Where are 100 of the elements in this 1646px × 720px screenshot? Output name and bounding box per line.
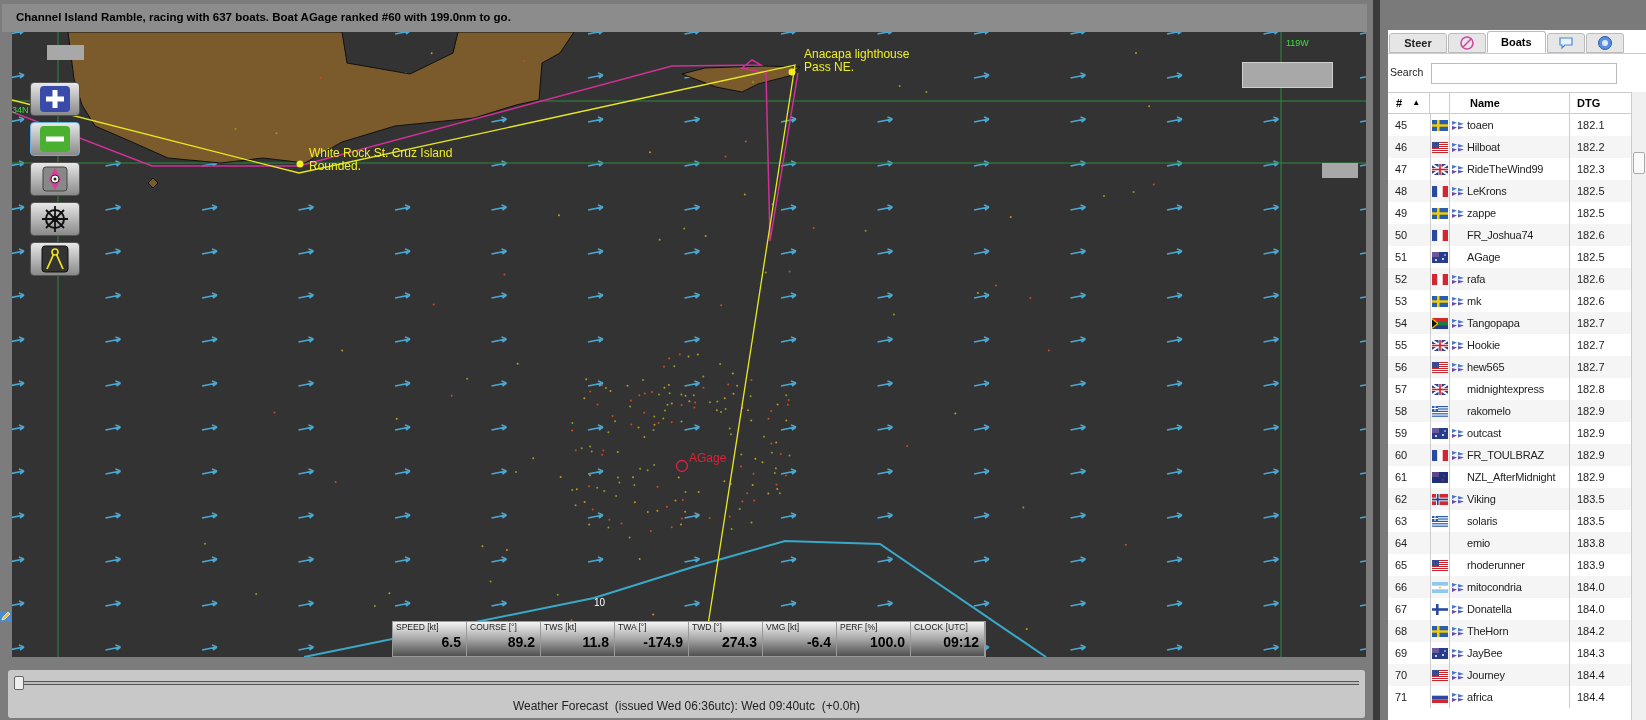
waypoint-label: Anacapa lighthouse Pass NE. (804, 48, 910, 74)
instrument-label: TWS [kt] (544, 622, 578, 633)
grid-label: 119W (1286, 37, 1309, 50)
boat-row[interactable]: 56 hew565 182.7 (1388, 356, 1631, 378)
rank-cell-text: 51 (1394, 249, 1409, 265)
dtg-cell-text: 182.9 (1576, 469, 1606, 485)
dtg-cell-text: 184.0 (1576, 601, 1606, 617)
dtg-cell-text: 182.7 (1576, 359, 1606, 375)
boat-row[interactable]: 54 Tangopapa 182.7 (1388, 312, 1631, 334)
dtg-cell-text: 182.7 (1576, 315, 1606, 331)
dtg-cell-text: 182.8 (1576, 381, 1606, 397)
rank-cell-text: 52 (1394, 271, 1409, 287)
column-header[interactable]: DTG (1570, 93, 1631, 113)
dtg-cell-text: 182.2 (1576, 139, 1606, 155)
rank-cell-text: 47 (1394, 161, 1409, 177)
rank-cell-text: 50 (1394, 227, 1409, 243)
boat-name-cell-text: Viking (1467, 491, 1496, 507)
boat-name-cell-text: TheHorn (1467, 623, 1509, 639)
boat-row[interactable]: 66 mitocondria 184.0 (1388, 576, 1631, 598)
instrument-label: VMG [kt] (766, 622, 801, 633)
dtg-cell-text: 182.6 (1576, 271, 1606, 287)
boat-name-cell-text: emio (1467, 535, 1491, 551)
boat-row[interactable]: 52 rafa 182.6 (1388, 268, 1631, 290)
boat-name-cell-text: LeKrons (1467, 183, 1507, 199)
boat-name-cell-text: Journey (1467, 667, 1505, 683)
boat-name-cell-text: mk (1467, 293, 1482, 309)
boat-name-cell-text: midnightexpress (1467, 381, 1545, 397)
rank-cell-text: 49 (1394, 205, 1409, 221)
boat-name-cell-text: mitocondria (1467, 579, 1522, 595)
rank-cell-text: 66 (1394, 579, 1409, 595)
forecast-text: Weather Forecast (issued Wed 06:36utc): Wed 09:40utc (+0.0h) (511, 698, 862, 715)
boat-row[interactable]: 46 Hilboat 182.2 (1388, 136, 1631, 158)
instrument-value: 09:12 (943, 633, 980, 651)
dtg-cell-text: 184.2 (1576, 623, 1606, 639)
grid-label: 34N (12, 104, 29, 117)
instrument-value: -6.4 (806, 633, 832, 651)
rank-cell-text: 67 (1394, 601, 1409, 617)
column-header[interactable]: Name (1450, 93, 1570, 113)
dtg-cell-text: 183.5 (1576, 513, 1606, 529)
rank-cell-text: 57 (1394, 381, 1409, 397)
column-header[interactable]: # ▲ (1388, 93, 1430, 113)
instrument-label: SPEED [kt] (396, 622, 440, 633)
boat-name-cell-text: toaen (1467, 117, 1494, 133)
boat-row[interactable]: 58 rakomelo 182.9 (1388, 400, 1631, 422)
dtg-cell-text: 184.0 (1576, 579, 1606, 595)
boat-name-cell-text: FR_TOULBRAZ (1467, 447, 1545, 463)
rank-cell-text: 53 (1394, 293, 1409, 309)
boat-name-cell-text: NZL_AfterMidnight (1467, 469, 1556, 485)
isoline-label: 10 (594, 596, 606, 610)
boat-row[interactable]: 68 TheHorn 184.2 (1388, 620, 1631, 642)
dtg-cell-text: 182.7 (1576, 337, 1606, 353)
dtg-cell-text: 183.5 (1576, 491, 1606, 507)
boat-row[interactable]: 64 emio 183.8 (1388, 532, 1631, 554)
boat-name-cell-text: RideTheWind99 (1467, 161, 1544, 177)
rank-cell-text: 45 (1394, 117, 1409, 133)
rank-cell-text: 63 (1394, 513, 1409, 529)
dtg-cell-text: 182.6 (1576, 293, 1606, 309)
boat-row[interactable]: 48 LeKrons 182.5 (1388, 180, 1631, 202)
boat-label: AGage (689, 450, 727, 467)
boat-name-cell-text: hew565 (1467, 359, 1505, 375)
dtg-cell-text: 182.3 (1576, 161, 1606, 177)
dtg-cell-text: 184.3 (1576, 645, 1606, 661)
dtg-cell-text: 182.1 (1576, 117, 1606, 133)
panel-tab[interactable]: Steer (1389, 33, 1447, 53)
dtg-cell-text: 184.4 (1576, 667, 1606, 683)
instrument-label: TWD [°] (692, 622, 723, 633)
race-status-title: Channel Island Ramble, racing with 637 boats. Boat AGage ranked #60 with 199.0nm to go. (2, 4, 1367, 32)
boat-name-cell-text: FR_Joshua74 (1467, 227, 1534, 243)
rank-cell-text: 62 (1394, 491, 1409, 507)
boat-name-cell-text: rhoderunner (1467, 557, 1525, 573)
search-label: Search (1390, 65, 1424, 81)
boat-name-cell-text: outcast (1467, 425, 1502, 441)
rank-cell-text: 55 (1394, 337, 1409, 353)
rank-cell-text: 69 (1394, 645, 1409, 661)
boat-name-cell-text: rakomelo (1467, 403, 1511, 419)
instrument-label: TWA [°] (618, 622, 648, 633)
rank-cell-text: 70 (1394, 667, 1409, 683)
rank-cell-text: 61 (1394, 469, 1409, 485)
dtg-cell-text: 183.8 (1576, 535, 1606, 551)
boat-row[interactable]: 70 Journey 184.4 (1388, 664, 1631, 686)
dtg-cell-text: 183.9 (1576, 557, 1606, 573)
instrument-label: CLOCK [UTC] (914, 622, 969, 633)
dtg-cell-text: 184.4 (1576, 689, 1606, 705)
boat-name-cell-text: AGage (1467, 249, 1501, 265)
instrument-value: 89.2 (507, 633, 536, 651)
instrument-value: 11.8 (582, 633, 610, 651)
boat-row[interactable]: 60 FR_TOULBRAZ 182.9 (1388, 444, 1631, 466)
instrument-label: COURSE [°] (470, 622, 518, 633)
boat-name-cell-text: solaris (1467, 513, 1498, 529)
panel-tab[interactable]: Boats (1487, 31, 1546, 53)
boat-name-cell-text: africa (1467, 689, 1493, 705)
boat-name-cell-text: Donatella (1467, 601, 1512, 617)
dtg-cell-text: 182.5 (1576, 249, 1606, 265)
boat-name-cell-text: zappe (1467, 205, 1496, 221)
dtg-cell-text: 182.9 (1576, 425, 1606, 441)
boat-row[interactable]: 62 Viking 183.5 (1388, 488, 1631, 510)
instrument-label: PERF [%] (840, 622, 879, 633)
instrument-value: 274.3 (721, 633, 758, 651)
boat-row[interactable]: 50 FR_Joshua74 182.6 (1388, 224, 1631, 246)
boat-name-cell-text: Hookie (1467, 337, 1501, 353)
